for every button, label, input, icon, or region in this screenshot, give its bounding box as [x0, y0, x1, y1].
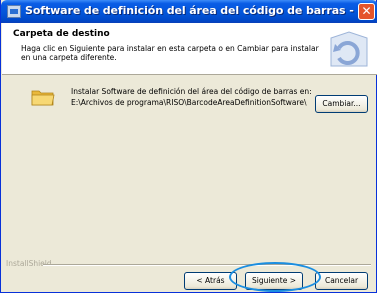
cancel-button[interactable]: Cancelar	[315, 272, 368, 290]
close-button[interactable]: ✕	[358, 3, 375, 20]
page-description: Haga clic en Siguiente para instalar en …	[21, 44, 319, 62]
footer-separator	[43, 264, 371, 266]
install-location-label: Instalar Software de definición del área…	[71, 87, 312, 96]
wizard-header: Carpeta de destino Haga clic en Siguient…	[2, 23, 377, 75]
change-button[interactable]: Cambiar...	[315, 95, 368, 113]
page-title: Carpeta de destino	[13, 29, 110, 39]
install-path: E:\Archivos de programa\RISO\BarcodeArea…	[71, 98, 307, 107]
installshield-graphic-icon	[325, 28, 371, 70]
window-title: Software de definición del área del códi…	[25, 4, 355, 17]
installer-window: Software de definición del área del códi…	[0, 0, 377, 293]
folder-icon	[31, 90, 55, 106]
app-icon	[7, 5, 21, 18]
title-bar[interactable]: Software de definición del área del códi…	[1, 0, 377, 23]
next-button-highlight	[229, 262, 321, 292]
